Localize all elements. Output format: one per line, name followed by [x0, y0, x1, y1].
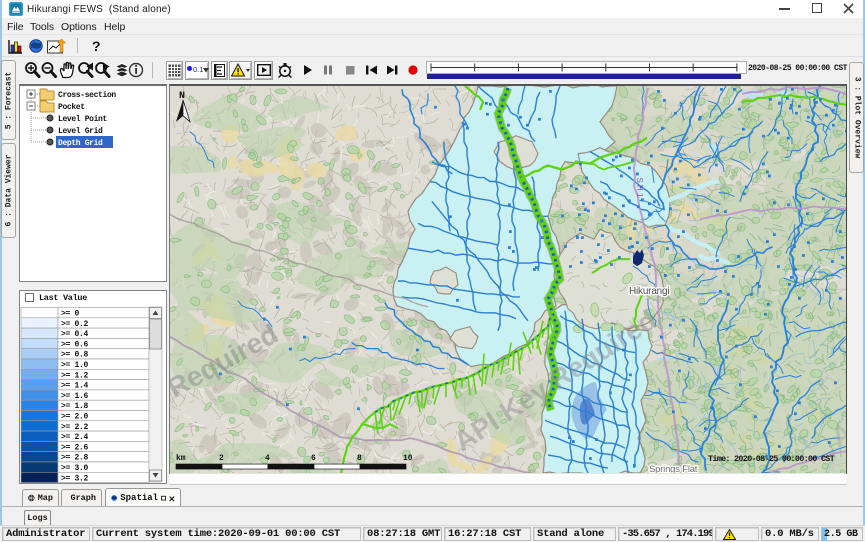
svg-text:>= 2.0: >= 2.0 [61, 413, 89, 422]
svg-text:>= 3.0: >= 3.0 [61, 464, 89, 473]
svg-text:Cross-section: Cross-section [58, 91, 116, 100]
svg-text:Depth Grid: Depth Grid [58, 139, 103, 148]
svg-text:10: 10 [403, 454, 413, 463]
svg-text:>= 1.0: >= 1.0 [61, 361, 89, 370]
svg-text:>= 1.2: >= 1.2 [61, 371, 89, 380]
svg-text:>= 3.2: >= 3.2 [61, 474, 89, 483]
svg-text:>= 2.8: >= 2.8 [61, 454, 89, 463]
svg-text:Time: 2020-08-25 00:00:00 CST: Time: 2020-08-25 00:00:00 CST [708, 454, 835, 464]
svg-text:4: 4 [265, 454, 270, 463]
svg-text:>= 0.2: >= 0.2 [61, 320, 89, 329]
svg-text:>= 1.6: >= 1.6 [61, 392, 89, 401]
svg-text:6: 6 [311, 454, 316, 463]
svg-text:>= 0: >= 0 [61, 310, 80, 319]
svg-text:2: 2 [219, 454, 224, 463]
svg-text:>= 1.8: >= 1.8 [61, 402, 89, 411]
svg-text:>= 0.4: >= 0.4 [61, 330, 89, 339]
svg-text:Level Grid: Level Grid [58, 127, 103, 136]
svg-text:Springs Flat: Springs Flat [649, 464, 698, 473]
svg-text:>= 0.6: >= 0.6 [61, 340, 89, 349]
svg-text:8: 8 [357, 454, 362, 463]
svg-text:>= 0.8: >= 0.8 [61, 351, 89, 360]
svg-text:S H 1: S H 1 [635, 178, 644, 198]
svg-text:N: N [179, 90, 185, 101]
svg-text:Pocket: Pocket [58, 103, 85, 112]
svg-text:>= 1.4: >= 1.4 [61, 382, 89, 391]
svg-text:Level Point: Level Point [58, 115, 108, 124]
svg-text:>= 2.6: >= 2.6 [61, 443, 89, 452]
svg-text:Hikurangi: Hikurangi [629, 286, 669, 297]
svg-text:>= 2.4: >= 2.4 [61, 433, 89, 442]
svg-text:km: km [176, 454, 186, 463]
svg-text:>= 2.2: >= 2.2 [61, 423, 89, 432]
